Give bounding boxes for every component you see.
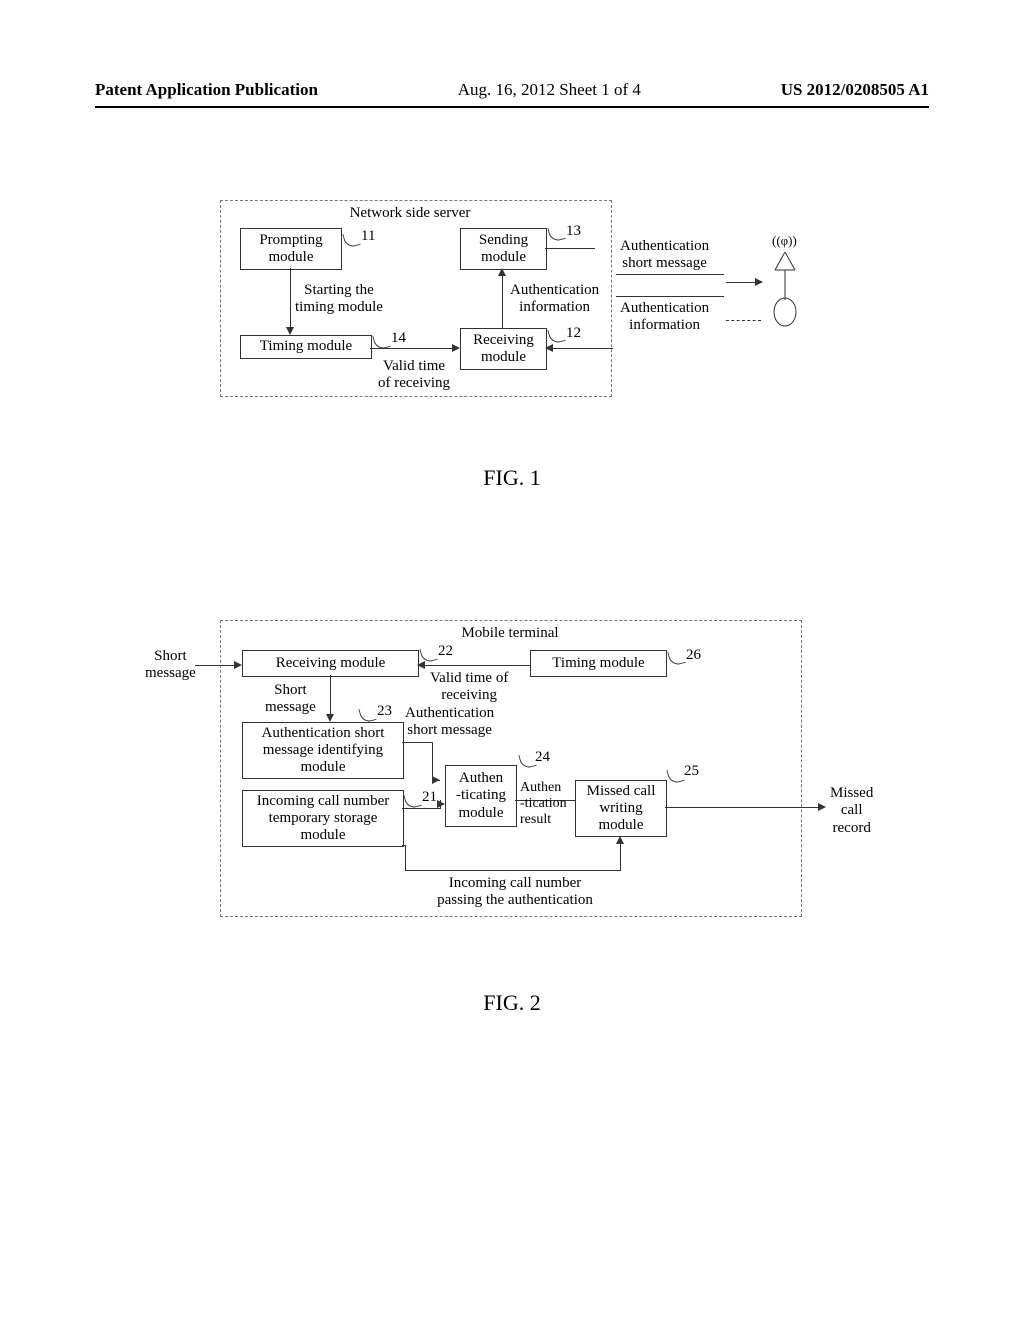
fig1-label-valid: Valid time of receiving <box>378 358 450 393</box>
header-left: Patent Application Publication <box>95 80 318 100</box>
fig2-arrow-incoming-auth <box>402 808 440 809</box>
fig1-timing-module: Timing module <box>240 335 372 359</box>
fig1-arrowhead-timing-receiving <box>452 344 460 352</box>
fig1-ref12: 12 <box>566 325 581 342</box>
fig2-arrowhead-receiving-authid <box>326 714 334 722</box>
fig2-ref26: 26 <box>686 647 701 664</box>
fig2-arrowhead-incoming-auth <box>437 800 445 808</box>
fig2-ref21: 21 <box>422 789 437 806</box>
fig2-ref25: 25 <box>684 763 699 780</box>
antenna-icon <box>770 252 800 327</box>
fig1-arrowhead-auth-sms-out <box>755 278 763 286</box>
fig2-arrow-authid-h2 <box>432 780 440 781</box>
header-mid: Aug. 16, 2012 Sheet 1 of 4 <box>458 80 641 100</box>
fig1-ref14: 14 <box>391 330 406 347</box>
fig1-arrow-sending-out <box>545 248 595 249</box>
fig2-arrow-authid-h <box>402 742 432 743</box>
fig1-arrow-receiving-in <box>553 348 613 349</box>
fig2-label-shortmsg-in: Short message <box>145 648 196 683</box>
fig1-label-authinfo-inner: Authentication information <box>510 282 599 317</box>
fig2-arrowhead-missed-out <box>818 803 826 811</box>
fig2-ref22: 22 <box>438 643 453 660</box>
fig1-frame-title: Network side server <box>310 205 510 222</box>
fig2-label-passing: Incoming call number passing the authent… <box>410 875 620 910</box>
fig2-arrow-timing-receiving <box>425 665 530 666</box>
fig1-ref11: 11 <box>361 228 375 245</box>
fig2-caption: FIG. 2 <box>0 990 1024 1016</box>
fig1-arrowhead-receiving-sending <box>498 268 506 276</box>
fig2-arrow-passing-v-branch <box>402 845 406 846</box>
fig2-incoming-module: Incoming call number temporary storage m… <box>242 790 404 847</box>
fig1-auth-info-overline <box>616 296 724 337</box>
fig2-arrow-passing-v2 <box>620 843 621 871</box>
fig1-arrow-receiving-sending <box>502 276 503 328</box>
fig2-receiving-module: Receiving module <box>242 650 419 677</box>
fig1-label-starting: Starting the timing module <box>295 282 383 317</box>
fig1-arrow-prompting-timing <box>290 268 291 328</box>
fig2-authenticating-module: Authen -ticating module <box>445 765 517 827</box>
fig2-label-valid: Valid time of receiving <box>430 670 508 705</box>
header-right: US 2012/0208505 A1 <box>781 80 929 100</box>
fig1-sending-module: Sending module <box>460 228 547 270</box>
fig2-label-missed-out: Missed call record <box>830 785 873 837</box>
fig2-ref24: 24 <box>535 749 550 766</box>
fig2-arrowhead-shortmsg-in <box>234 661 242 669</box>
fig1-prompting-module: Prompting module <box>240 228 342 270</box>
fig2-label-auth-result: Authen -tication result <box>520 780 567 828</box>
fig2-timing-module: Timing module <box>530 650 667 677</box>
fig2-auth-id-module: Authentication short message identifying… <box>242 722 404 779</box>
fig1-arrow-timing-receiving <box>370 348 452 349</box>
fig2-arrow-shortmsg-in <box>195 665 235 666</box>
fig1-arrow-auth-sms-out <box>726 282 756 283</box>
fig1-receiving-module: Receiving module <box>460 328 547 370</box>
fig2-label-auth-sms: Authentication short message <box>405 705 494 740</box>
fig1-arrowhead-receiving-in <box>545 344 553 352</box>
fig2-ref23: 23 <box>377 703 392 720</box>
fig2-frame-title: Mobile terminal <box>420 625 600 642</box>
fig1-dashed-authinfo <box>726 320 761 321</box>
fig1-arrowhead-prompting-timing <box>286 327 294 335</box>
antenna-waves-icon: ((φ)) <box>772 234 797 249</box>
fig1-auth-sms-underline <box>616 234 724 275</box>
fig2-arrow-missed-out <box>665 807 820 808</box>
fig2-arrow-passing-h <box>405 870 620 871</box>
fig2-arrow-authid-v <box>432 742 433 780</box>
fig2-arrow-passing-v <box>405 845 406 870</box>
fig2-arrow-incoming-auth-v <box>440 800 441 809</box>
fig2-missed-writing-module: Missed call writing module <box>575 780 667 837</box>
fig1-ref13: 13 <box>566 223 581 240</box>
fig2-arrowhead-passing <box>616 836 624 844</box>
fig1-caption: FIG. 1 <box>0 465 1024 491</box>
page-header: Patent Application Publication Aug. 16, … <box>95 80 929 108</box>
fig2-label-shortmsg-mid: Short message <box>265 682 316 717</box>
fig2-arrowhead-timing-receiving <box>417 661 425 669</box>
fig2-arrow-receiving-authid <box>330 675 331 715</box>
